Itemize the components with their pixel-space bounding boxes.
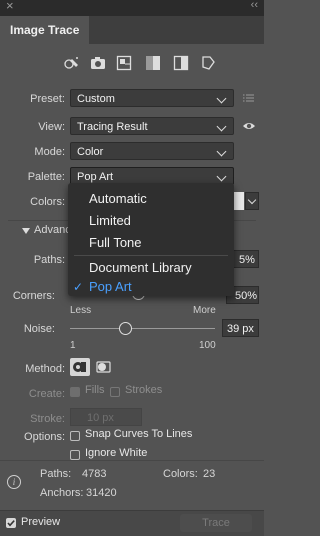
stroke-field[interactable]: 10 px <box>70 408 142 426</box>
dropdown-separator <box>74 255 228 256</box>
strokes-label: Strokes <box>125 384 163 396</box>
palette-grid-icon[interactable] <box>114 54 134 72</box>
info-colors-value: 23 <box>203 468 216 480</box>
preset-value: Custom <box>77 93 115 105</box>
preset-icon-row <box>0 48 264 80</box>
paths-label: Paths: <box>33 254 65 266</box>
paths-value: 5% <box>239 254 255 266</box>
auto-color-icon[interactable] <box>62 54 82 72</box>
dropdown-item-limited[interactable]: Limited <box>68 210 234 232</box>
preset-select[interactable]: Custom <box>70 89 234 107</box>
disclosure-triangle-icon[interactable] <box>22 228 30 234</box>
advanced-toggle-label[interactable]: Advanc <box>34 224 71 236</box>
collapse-panel-button[interactable]: ‹‹ <box>251 0 258 11</box>
palette-label: Palette: <box>27 171 65 183</box>
method-abutting-button[interactable] <box>70 358 90 376</box>
dropdown-item-automatic[interactable]: Automatic <box>68 188 234 210</box>
view-select[interactable]: Tracing Result <box>70 117 234 135</box>
dropdown-item-pop-art[interactable]: ✓ Pop Art <box>68 276 234 298</box>
chevron-down-icon <box>216 171 227 182</box>
dropdown-item-label: Pop Art <box>89 279 132 294</box>
strokes-checkbox[interactable] <box>110 387 120 397</box>
noise-value: 39 px <box>227 323 254 335</box>
fills-label: Fills <box>85 384 105 396</box>
camera-icon[interactable] <box>88 54 108 72</box>
tab-image-trace[interactable]: Image Trace <box>0 16 90 44</box>
palette-value: Pop Art <box>77 171 114 183</box>
chevron-down-icon <box>247 195 257 205</box>
panel-title-strip: × ‹‹ <box>0 0 264 16</box>
bottom-bar: Preview Trace <box>0 510 264 536</box>
preset-label: Preset: <box>30 93 65 105</box>
info-icon: i <box>7 475 21 489</box>
fills-checkbox[interactable] <box>70 387 80 397</box>
stroke-label: Stroke: <box>30 413 65 425</box>
corners-value: 50% <box>235 290 258 302</box>
black-white-icon[interactable] <box>171 54 191 72</box>
overlapping-icon <box>96 361 111 373</box>
dropdown-item-full-tone[interactable]: Full Tone <box>68 232 234 254</box>
panel-tab-bar: Image Trace <box>0 16 264 44</box>
mode-label: Mode: <box>34 146 65 158</box>
trace-button[interactable]: Trace <box>180 514 252 532</box>
colors-stepper[interactable] <box>245 192 259 210</box>
noise-min-label: 1 <box>70 340 76 351</box>
checkmark-icon: ✓ <box>73 280 84 294</box>
noise-slider-track[interactable] <box>70 328 215 329</box>
ignore-white-checkbox[interactable] <box>70 450 80 460</box>
dropdown-item-label: Full Tone <box>89 235 142 250</box>
stroke-value: 10 px <box>87 412 114 424</box>
view-value: Tracing Result <box>77 121 148 133</box>
info-anchors-label: Anchors: <box>40 487 84 499</box>
close-panel-button[interactable]: × <box>6 0 14 13</box>
palette-dropdown-menu: Automatic Limited Full Tone Document Lib… <box>68 183 234 296</box>
chevron-down-icon <box>216 121 227 132</box>
snap-curves-label: Snap Curves To Lines <box>85 428 193 440</box>
trace-info-section: i Paths: 4783 Colors: 23 Anchors: 31420 <box>0 460 264 511</box>
view-label: View: <box>38 121 65 133</box>
corners-label: Corners: <box>12 290 55 302</box>
noise-slider-handle[interactable] <box>119 322 133 335</box>
eye-icon[interactable] <box>242 120 256 135</box>
corners-max-label: More <box>193 305 216 316</box>
checkmark-icon <box>7 520 15 527</box>
info-anchors-value: 31420 <box>86 487 117 499</box>
ignore-white-label: Ignore White <box>85 447 148 459</box>
chevron-down-icon <box>216 146 227 157</box>
noise-label: Noise: <box>23 323 55 335</box>
info-paths-value: 4783 <box>82 468 107 480</box>
info-paths-label: Paths: <box>40 468 72 480</box>
dropdown-item-label: Limited <box>89 213 131 228</box>
preview-label: Preview <box>21 516 61 528</box>
dropdown-item-label: Automatic <box>89 191 147 206</box>
corners-min-label: Less <box>70 305 92 316</box>
grayscale-icon[interactable] <box>143 54 163 72</box>
info-colors-label: Colors: <box>163 468 198 480</box>
abutting-icon <box>73 362 86 372</box>
outline-icon[interactable] <box>198 54 218 72</box>
mode-select[interactable]: Color <box>70 142 234 160</box>
noise-max-label: 100 <box>199 340 216 351</box>
colors-label: Colors: <box>30 196 65 208</box>
options-label: Options: <box>24 431 65 443</box>
chevron-down-icon <box>216 93 227 104</box>
mode-value: Color <box>77 146 104 158</box>
create-label: Create: <box>28 388 65 400</box>
noise-field[interactable]: 39 px <box>222 319 259 337</box>
snap-curves-checkbox[interactable] <box>70 431 80 441</box>
method-label: Method: <box>25 363 65 375</box>
preset-menu-icon[interactable] <box>243 92 255 107</box>
preview-checkbox[interactable] <box>6 518 16 528</box>
colors-slider-end <box>234 192 244 210</box>
method-overlapping-button[interactable] <box>94 358 114 376</box>
